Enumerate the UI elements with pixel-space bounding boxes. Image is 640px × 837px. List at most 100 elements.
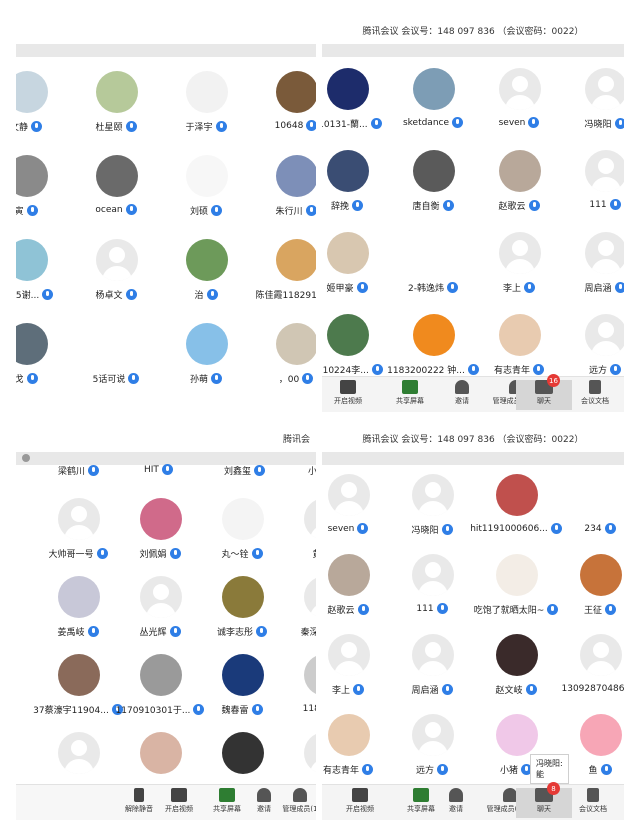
microphone-icon [88, 465, 100, 476]
participant-tile[interactable]: 11805 [269, 654, 316, 736]
meeting-toolbar: 开启视频 共享屏幕 邀请 管理成员(146) 聊天16 会议文档 [322, 374, 624, 412]
avatar [413, 150, 455, 192]
default-avatar-head [71, 506, 87, 522]
avatar [16, 71, 48, 113]
meeting-title: 腾讯会 [282, 434, 310, 445]
default-avatar-head [598, 322, 614, 338]
participant-name: sketdance [402, 117, 450, 128]
avatar [327, 314, 369, 356]
mic-muted-icon [134, 788, 144, 802]
avatar [140, 654, 182, 696]
video-button[interactable]: 开启视频 [322, 380, 376, 410]
microphone-icon [614, 282, 624, 293]
default-avatar-head [425, 642, 441, 658]
participant-name-row: 小 [308, 464, 316, 477]
default-avatar-head [425, 482, 441, 498]
meeting-docs-button[interactable]: 会议文档 [565, 788, 621, 818]
manage-members-button[interactable]: 管理成员(1 [272, 788, 316, 818]
participant-tile[interactable]: 10648 [241, 71, 316, 153]
invite-button[interactable]: 邀请 [434, 380, 490, 410]
video-button[interactable]: 开启视频 [332, 788, 388, 818]
default-avatar-body [591, 259, 621, 274]
participant-name: 111 [416, 603, 434, 614]
default-avatar-body [334, 501, 364, 516]
avatar [496, 554, 538, 596]
participant-name: 姬甲豪 [326, 284, 354, 294]
avatar [496, 714, 538, 756]
members-icon [503, 788, 517, 802]
participant-name: 1170910301于... [115, 706, 191, 716]
avatar [585, 150, 624, 192]
participant-name: 唐自衡 [412, 202, 440, 212]
participant-name: 李上 [331, 686, 350, 696]
participant-tile[interactable]: 13092870486 [545, 634, 624, 716]
default-avatar-body [310, 525, 316, 540]
gear-icon[interactable] [22, 454, 30, 462]
participant-name-row: 朱行川 [241, 204, 316, 217]
participant-name: 王征 [583, 606, 602, 616]
participant-name: 2910224李... [322, 366, 369, 376]
microphone-icon [352, 200, 363, 211]
participant-name: 于泽宇 [185, 123, 213, 133]
microphone-icon [306, 120, 316, 131]
default-avatar-head [598, 76, 614, 92]
participant-tile[interactable]: 111 [550, 150, 624, 232]
avatar [304, 498, 316, 540]
microphone-icon [211, 205, 222, 216]
meeting-title-bar: 腾讯会议 会议号：148 097 836 （会议密码：0022） [322, 424, 624, 452]
chat-button[interactable]: 聊天 8 [516, 782, 572, 818]
participant-name: 赵歌云 [327, 606, 355, 616]
chat-button[interactable]: 聊天 16 [516, 374, 572, 410]
avatar [58, 732, 100, 774]
participant-tile[interactable]: 陈佳霞1182910 [241, 239, 316, 321]
participant-tile[interactable]: 黄 [269, 498, 316, 580]
participant-name: 远方 [588, 366, 607, 376]
invite-button[interactable]: 邀请 [428, 788, 484, 818]
avatar [327, 68, 369, 110]
participant-tile[interactable]: 234 [545, 474, 624, 556]
avatar [585, 232, 624, 274]
share-screen-button[interactable]: 共享屏幕 [382, 380, 438, 410]
participant-name: 丸～铨 [221, 550, 249, 560]
meeting-title-bar [16, 16, 316, 44]
participant-tile[interactable]: 周启涵 [550, 232, 624, 314]
microphone-icon [441, 524, 453, 535]
participant-tile[interactable]: 冯晓阳 [550, 68, 624, 150]
meeting-docs-button[interactable]: 会议文档 [567, 380, 623, 410]
avatar [585, 314, 624, 356]
participant-name: 234 [584, 523, 602, 534]
participant-name: 杜星颐 [95, 123, 123, 133]
avatar [496, 474, 538, 516]
avatar [58, 498, 100, 540]
avatar [276, 71, 316, 113]
participant-name: 刘硕 [189, 207, 208, 217]
microphone-icon [206, 289, 218, 300]
chat-preview-tooltip[interactable]: 冯晓阳: 能 [530, 754, 569, 784]
participant-tile[interactable]: 王征 [545, 554, 624, 636]
participant-name-row: 冯晓阳 [550, 117, 624, 130]
avatar [499, 150, 541, 192]
default-avatar-body [334, 661, 364, 676]
microphone-icon [31, 121, 42, 132]
participant-tile[interactable]: ，00 [241, 323, 316, 405]
participant-tile[interactable]: 秦深涛1 [269, 576, 316, 658]
avatar [222, 654, 264, 696]
participant-name-row: 周启涵 [550, 281, 624, 294]
participant-name: 文静 [16, 123, 28, 133]
default-avatar-head [71, 740, 87, 756]
microphone-icon [125, 204, 137, 215]
participant-name: 37蔡濠宇11904... [33, 706, 109, 716]
participant-tile[interactable]: 朱行川 [241, 155, 316, 237]
microphone-icon [353, 684, 364, 695]
participant-name: 魏春雷 [221, 706, 249, 716]
avatar [328, 474, 370, 516]
participant-name: ，00 [278, 375, 300, 385]
avatar [222, 498, 264, 540]
microphone-icon [26, 205, 38, 216]
panel-top-right: 腾讯会议 会议号：148 097 836 （会议密码：0022） 910131-… [322, 16, 624, 412]
default-avatar-body [102, 266, 132, 281]
default-avatar-body [64, 759, 94, 774]
avatar [16, 323, 48, 365]
microphone-icon [442, 200, 454, 211]
avatar [222, 576, 264, 618]
